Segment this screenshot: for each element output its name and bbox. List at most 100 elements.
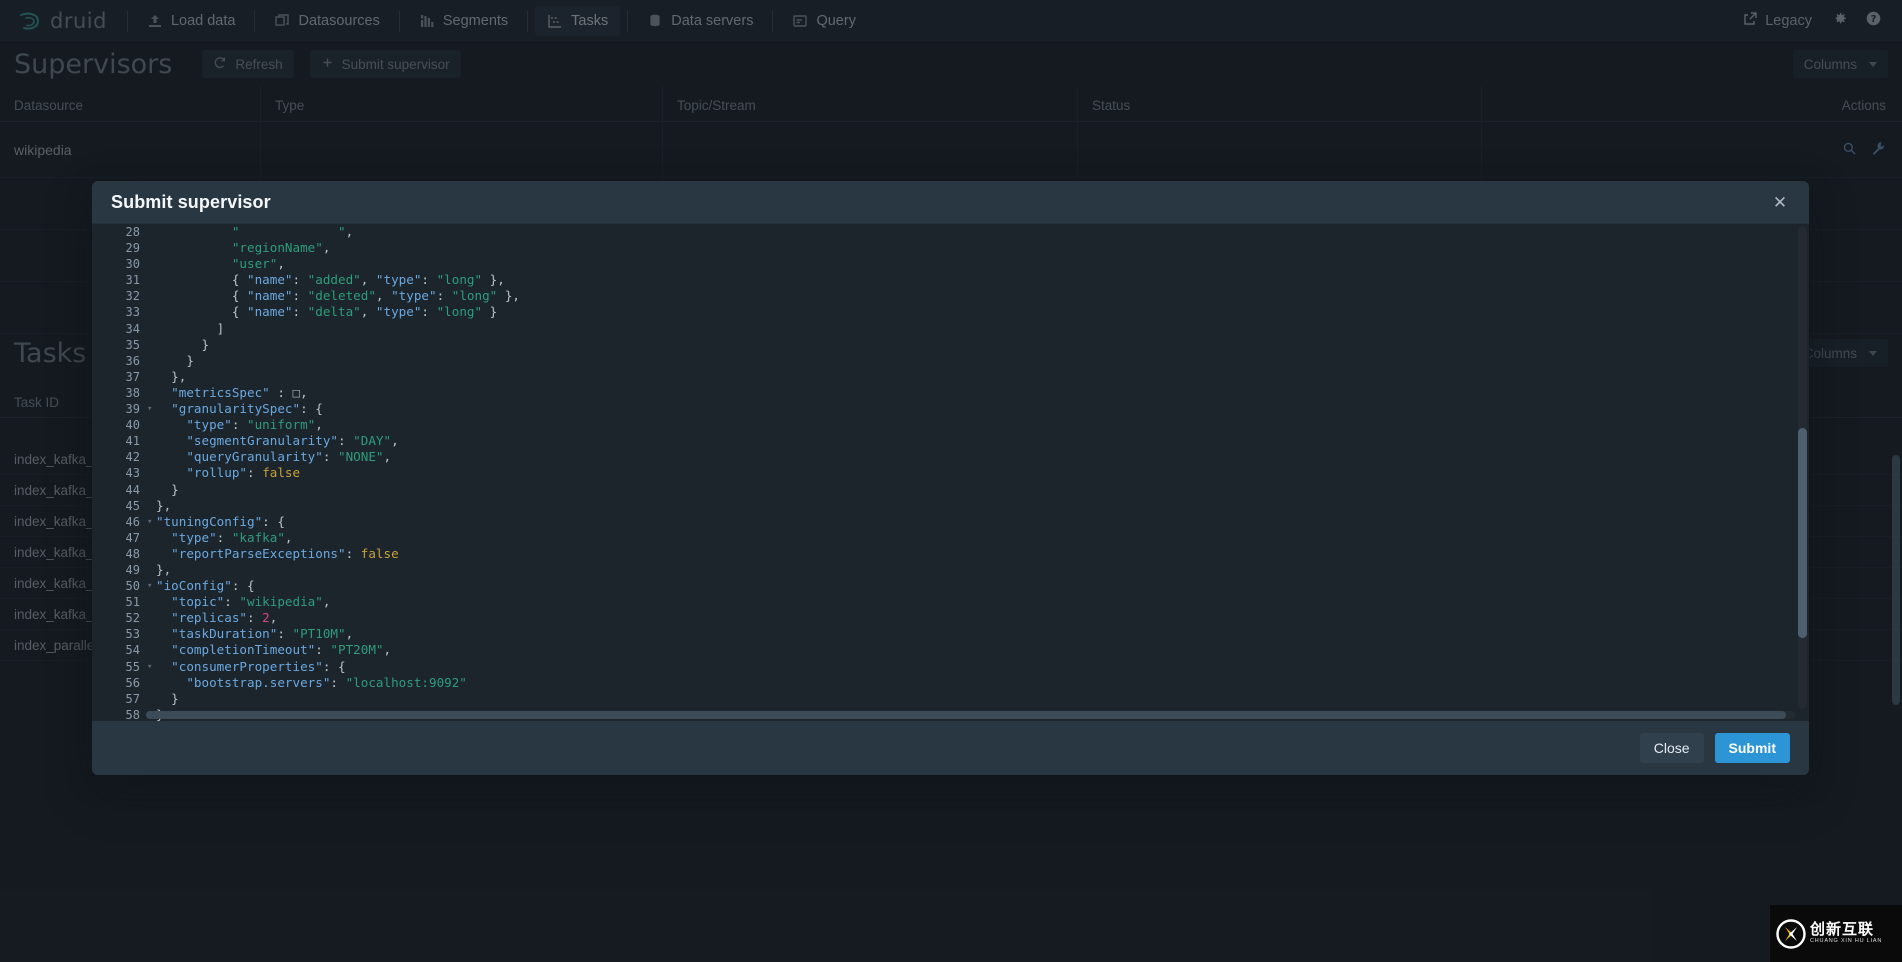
line-content: }, bbox=[156, 561, 172, 577]
line-content: "queryGranularity": "NONE", bbox=[186, 449, 392, 465]
editor-line[interactable]: 48 "reportParseExceptions": false bbox=[92, 546, 1809, 562]
line-content: "consumerProperties": { bbox=[171, 658, 346, 674]
line-number: 33 bbox=[125, 305, 140, 320]
editor-line[interactable]: 41 "segmentGranularity": "DAY", bbox=[92, 433, 1809, 449]
editor-line[interactable]: 47 "type": "kafka", bbox=[92, 530, 1809, 546]
line-number: 57 bbox=[125, 691, 140, 706]
line-number: 34 bbox=[125, 321, 140, 336]
watermark-chinese: 创新互联 bbox=[1810, 920, 1875, 939]
editor-line[interactable]: 51 "topic": "wikipedia", bbox=[92, 594, 1809, 610]
submit-button[interactable]: Submit bbox=[1714, 733, 1790, 763]
editor-line[interactable]: 45}, bbox=[92, 498, 1809, 514]
editor-line[interactable]: 56 "bootstrap.servers": "localhost:9092" bbox=[92, 675, 1809, 691]
editor-line[interactable]: 36 } bbox=[92, 353, 1809, 369]
line-content: { "name": "delta", "type": "long" } bbox=[156, 304, 498, 320]
editor-line[interactable]: 37 }, bbox=[92, 369, 1809, 385]
editor-line[interactable]: 39 ▾ "granularitySpec": { bbox=[92, 401, 1809, 417]
line-number: 51 bbox=[125, 595, 140, 610]
close-button[interactable]: Close bbox=[1639, 733, 1704, 763]
line-content: "tuningConfig": { bbox=[156, 513, 285, 529]
line-content: "reportParseExceptions": false bbox=[171, 545, 399, 561]
line-content: { "name": "deleted", "type": "long" }, bbox=[156, 288, 521, 304]
line-number: 29 bbox=[125, 241, 140, 256]
line-number: 37 bbox=[125, 369, 140, 384]
line-number: 36 bbox=[125, 353, 140, 368]
line-content: "bootstrap.servers": "localhost:9092" bbox=[186, 674, 467, 690]
line-content: "regionName", bbox=[231, 240, 331, 256]
editor-line[interactable]: 50 ▾ "ioConfig": { bbox=[92, 578, 1809, 594]
editor-line[interactable]: 52 "replicas": 2, bbox=[92, 610, 1809, 626]
editor-line[interactable]: 38 "metricsSpec" : □, bbox=[92, 385, 1809, 401]
watermark: 创新互联 CHUANG XIN HU LIAN bbox=[1770, 905, 1902, 962]
line-content: "replicas": 2, bbox=[171, 610, 278, 626]
editor-line[interactable]: 30 "user", bbox=[92, 256, 1809, 272]
line-content: } bbox=[156, 481, 179, 497]
editor-line[interactable]: 28 " ", bbox=[92, 224, 1809, 240]
line-number: 41 bbox=[125, 434, 140, 449]
line-number: 46 bbox=[125, 514, 140, 529]
line-number: 38 bbox=[125, 385, 140, 400]
editor-horizontal-scrollbar-thumb[interactable] bbox=[146, 711, 1786, 719]
fold-toggle-icon[interactable]: ▾ bbox=[146, 401, 156, 417]
editor-line[interactable]: 33 { "name": "delta", "type": "long" } bbox=[92, 304, 1809, 320]
editor-line[interactable]: 53 "taskDuration": "PT10M", bbox=[92, 626, 1809, 642]
editor-line[interactable]: 35 } bbox=[92, 337, 1809, 353]
line-number: 39 bbox=[125, 402, 140, 417]
editor-line[interactable]: 55 ▾ "consumerProperties": { bbox=[92, 659, 1809, 675]
line-content: "topic": "wikipedia", bbox=[171, 594, 331, 610]
line-number: 58 bbox=[125, 707, 140, 721]
line-content: "type": "uniform", bbox=[186, 417, 323, 433]
json-editor[interactable]: 28 " ", 29 "regionName", 30 "user", 31 { "n… bbox=[92, 223, 1809, 721]
line-content: "granularitySpec": { bbox=[171, 401, 323, 417]
watermark-text: 创新互联 CHUANG XIN HU LIAN bbox=[1810, 922, 1882, 945]
watermark-logo-icon bbox=[1776, 918, 1806, 949]
line-number: 40 bbox=[125, 418, 140, 433]
watermark-pinyin: CHUANG XIN HU LIAN bbox=[1810, 938, 1883, 945]
editor-vertical-scrollbar-thumb[interactable] bbox=[1798, 428, 1807, 638]
submit-supervisor-dialog: Submit supervisor ✕ 28 " ", 29 "regionNam… bbox=[92, 181, 1809, 775]
line-number: 31 bbox=[125, 273, 140, 288]
line-number: 52 bbox=[125, 611, 140, 626]
editor-line[interactable]: 57 } bbox=[92, 691, 1809, 707]
line-number: 55 bbox=[125, 659, 140, 674]
line-content: "completionTimeout": "PT20M", bbox=[171, 642, 392, 658]
editor-line[interactable]: 42 "queryGranularity": "NONE", bbox=[92, 449, 1809, 465]
line-content: "metricsSpec" : □, bbox=[171, 384, 308, 400]
line-number: 54 bbox=[125, 643, 140, 658]
editor-line[interactable]: 54 "completionTimeout": "PT20M", bbox=[92, 642, 1809, 658]
line-number: 28 bbox=[125, 225, 140, 239]
line-content: "segmentGranularity": "DAY", bbox=[186, 433, 399, 449]
line-content: } bbox=[156, 352, 194, 368]
editor-line[interactable]: 49}, bbox=[92, 562, 1809, 578]
line-number: 45 bbox=[125, 498, 140, 513]
editor-line[interactable]: 32 { "name": "deleted", "type": "long" }… bbox=[92, 288, 1809, 304]
dialog-header: Submit supervisor ✕ bbox=[92, 181, 1809, 223]
editor-line[interactable]: 43 "rollup": false bbox=[92, 465, 1809, 481]
fold-toggle-icon[interactable]: ▾ bbox=[146, 578, 156, 594]
line-content: }, bbox=[156, 497, 172, 513]
editor-line[interactable]: 46 ▾ "tuningConfig": { bbox=[92, 514, 1809, 530]
line-number: 50 bbox=[125, 579, 140, 594]
editor-line[interactable]: 29 "regionName", bbox=[92, 240, 1809, 256]
line-content: }, bbox=[156, 368, 187, 384]
line-content: "type": "kafka", bbox=[171, 529, 293, 545]
line-content: "user", bbox=[231, 256, 285, 272]
close-icon[interactable]: ✕ bbox=[1767, 189, 1793, 215]
editor-line[interactable]: 34 ] bbox=[92, 321, 1809, 337]
fold-toggle-icon[interactable]: ▾ bbox=[146, 659, 156, 675]
page-scrollbar-thumb[interactable] bbox=[1892, 455, 1900, 705]
line-content: "taskDuration": "PT10M", bbox=[171, 626, 354, 642]
fold-toggle-icon[interactable]: ▾ bbox=[146, 514, 156, 530]
line-number: 49 bbox=[125, 562, 140, 577]
editor-line[interactable]: 40 "type": "uniform", bbox=[92, 417, 1809, 433]
line-number: 35 bbox=[125, 337, 140, 352]
line-number: 32 bbox=[125, 289, 140, 304]
line-content: "rollup": false bbox=[186, 465, 301, 481]
line-content: "ioConfig": { bbox=[156, 578, 255, 594]
editor-line[interactable]: 31 { "name": "added", "type": "long" }, bbox=[92, 272, 1809, 288]
editor-lines[interactable]: 28 " ", 29 "regionName", 30 "user", 31 { "n… bbox=[92, 224, 1809, 721]
editor-line[interactable]: 44 } bbox=[92, 482, 1809, 498]
line-content: " ", bbox=[231, 224, 354, 239]
line-number: 44 bbox=[125, 482, 140, 497]
line-number: 56 bbox=[125, 675, 140, 690]
